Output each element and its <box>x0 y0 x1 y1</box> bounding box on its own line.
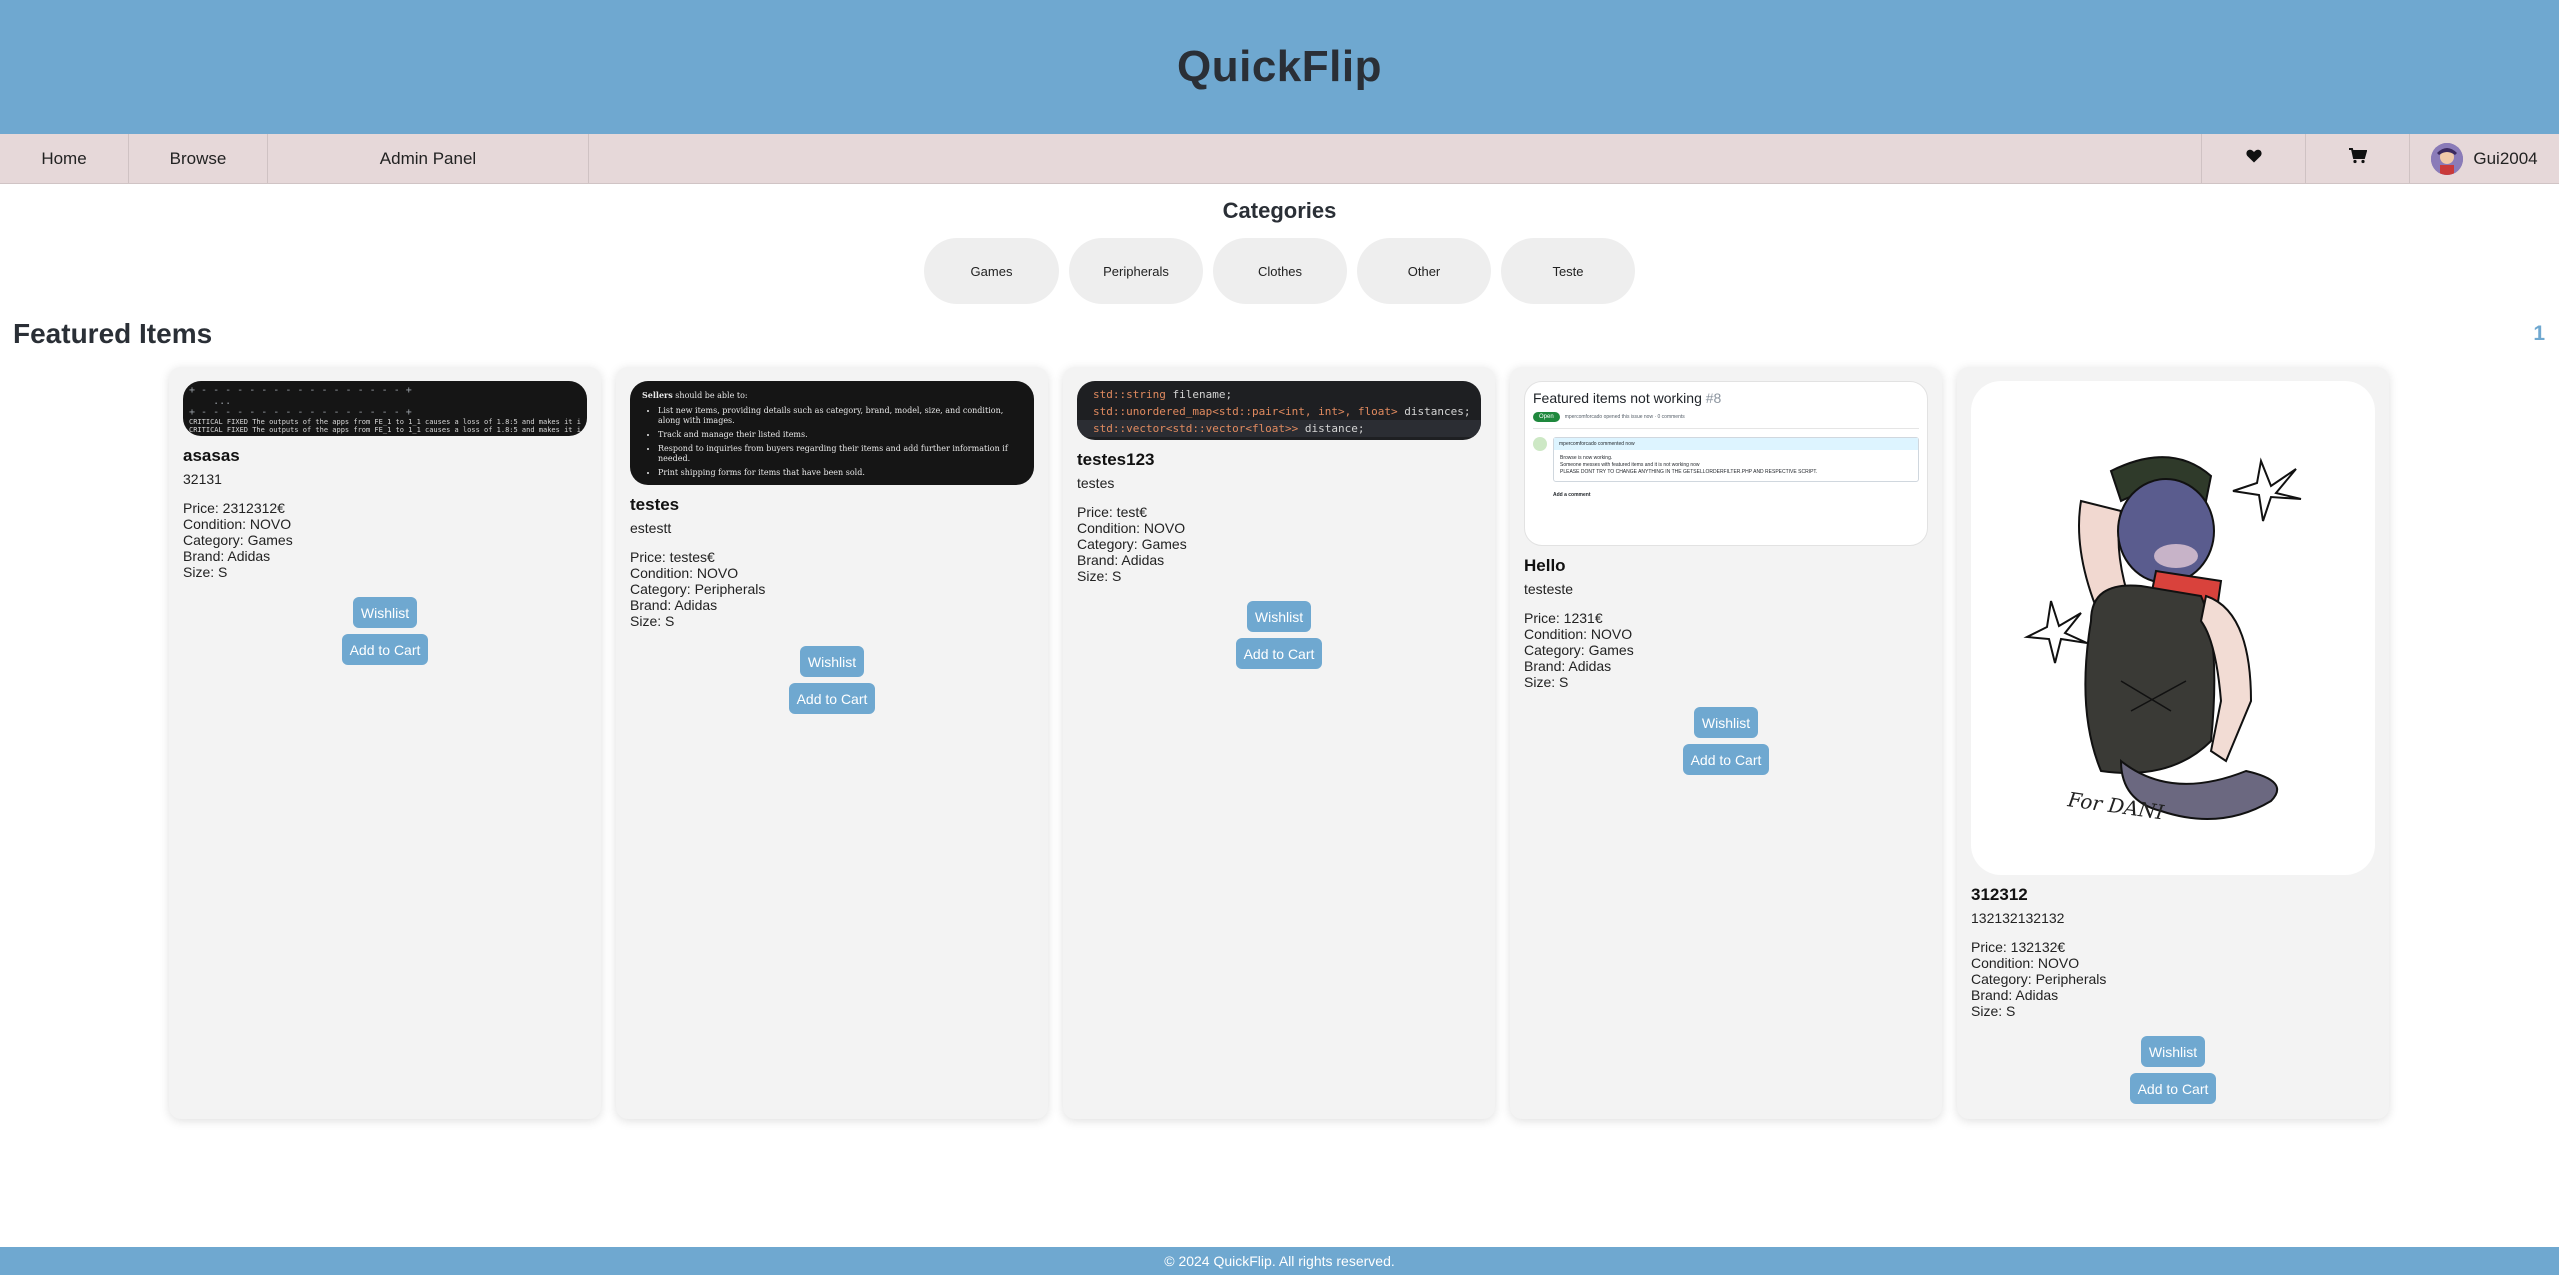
category-clothes-button[interactable]: Clothes <box>1213 238 1347 304</box>
product-title: testes123 <box>1077 450 1155 469</box>
product-size: Size: S <box>630 613 675 629</box>
nav-admin-panel-link[interactable]: Admin Panel <box>268 134 589 183</box>
product-actions: Wishlist Add to Cart <box>1971 1036 2375 1104</box>
wishlist-button[interactable]: Wishlist <box>1246 601 1312 632</box>
wishlist-button[interactable]: Wishlist <box>1693 707 1759 738</box>
category-teste-button[interactable]: Teste <box>1501 238 1635 304</box>
product-condition: Condition: NOVO <box>630 565 739 581</box>
product-size: Size: S <box>1077 568 1122 584</box>
wishlist-nav-button[interactable] <box>2201 134 2305 183</box>
product-actions: Wishlist Add to Cart <box>183 597 587 665</box>
product-description: testeste <box>1524 581 1574 597</box>
add-to-cart-button[interactable]: Add to Cart <box>1682 744 1770 775</box>
product-price: Price: 2312312€ <box>183 500 285 516</box>
product-image: Featured items not working #8 Open mperc… <box>1524 381 1928 546</box>
product-category: Category: Games <box>1524 642 1634 658</box>
product-brand: Brand: Adidas <box>1524 658 1612 674</box>
product-details: Price: testes€ Condition: NOVO Category:… <box>630 549 1034 629</box>
product-image: Sellers should be able to: List new item… <box>630 381 1034 485</box>
product-details: Price: test€ Condition: NOVO Category: G… <box>1077 504 1481 584</box>
product-image: For DANI <box>1971 381 2375 875</box>
pagination-page-1[interactable]: 1 <box>2533 322 2545 346</box>
product-condition: Condition: NOVO <box>1077 520 1186 536</box>
username-label: Gui2004 <box>2473 148 2538 168</box>
add-to-cart-button[interactable]: Add to Cart <box>341 634 429 665</box>
add-to-cart-button[interactable]: Add to Cart <box>2129 1073 2217 1104</box>
product-size: Size: S <box>1524 674 1569 690</box>
product-price: Price: 132132€ <box>1971 939 2066 955</box>
product-title: asasas <box>183 446 240 465</box>
product-title: 312312 <box>1971 885 2028 904</box>
product-price: Price: test€ <box>1077 504 1148 520</box>
product-size: Size: S <box>1971 1003 2016 1019</box>
wishlist-button[interactable]: Wishlist <box>799 646 865 677</box>
product-category: Category: Peripherals <box>630 581 766 597</box>
product-image: + - - - - - - - - - - - - - - - - - + ..… <box>183 381 587 436</box>
product-description: 132132132132 <box>1971 910 2065 926</box>
heart-icon <box>2245 149 2262 168</box>
product-image: std::string filename; std::unordered_map… <box>1077 381 1481 440</box>
product-condition: Condition: NOVO <box>183 516 292 532</box>
nav-home-link[interactable]: Home <box>0 134 129 183</box>
add-to-cart-button[interactable]: Add to Cart <box>788 683 876 714</box>
product-details: Price: 1231€ Condition: NOVO Category: G… <box>1524 610 1928 690</box>
product-condition: Condition: NOVO <box>1524 626 1633 642</box>
product-card: std::string filename; std::unordered_map… <box>1063 367 1495 1119</box>
category-peripherals-button[interactable]: Peripherals <box>1069 238 1203 304</box>
product-description: testes <box>1077 475 1115 491</box>
category-games-button[interactable]: Games <box>924 238 1059 304</box>
avatar <box>2431 142 2464 175</box>
terminal-line: CRITICAL FIXED The outputs of the apps f… <box>189 418 581 426</box>
product-description: estestt <box>630 520 672 536</box>
product-size: Size: S <box>183 564 228 580</box>
featured-items-list: + - - - - - - - - - - - - - - - - - + ..… <box>169 367 2389 1119</box>
product-title: testes <box>630 495 680 514</box>
nav-actions: Gui2004 <box>2201 134 2559 183</box>
site-title: QuickFlip <box>1177 42 1382 91</box>
footer-copyright: © 2024 QuickFlip. All rights reserved. <box>1164 1253 1395 1269</box>
product-details: Price: 2312312€ Condition: NOVO Category… <box>183 500 587 580</box>
product-actions: Wishlist Add to Cart <box>630 646 1034 714</box>
cart-icon <box>2348 148 2367 169</box>
product-card: + - - - - - - - - - - - - - - - - - + ..… <box>169 367 601 1119</box>
product-brand: Brand: Adidas <box>630 597 718 613</box>
add-to-cart-button[interactable]: Add to Cart <box>1235 638 1323 669</box>
nav-links: Home Browse Admin Panel <box>0 134 589 183</box>
featured-items-heading: Featured Items <box>13 318 213 349</box>
product-category: Category: Peripherals <box>1971 971 2107 987</box>
product-price: Price: testes€ <box>630 549 715 565</box>
product-description: 32131 <box>183 471 222 487</box>
product-category: Category: Games <box>1077 536 1187 552</box>
site-header: QuickFlip <box>0 0 2559 134</box>
product-price: Price: 1231€ <box>1524 610 1603 626</box>
terminal-line: CRITICAL FIXED The outputs of the apps f… <box>189 426 581 434</box>
wishlist-button[interactable]: Wishlist <box>2140 1036 2206 1067</box>
product-brand: Brand: Adidas <box>183 548 271 564</box>
character-illustration: For DANI <box>2023 456 2302 825</box>
wishlist-button[interactable]: Wishlist <box>352 597 418 628</box>
product-brand: Brand: Adidas <box>1077 552 1165 568</box>
product-card: Featured items not working #8 Open mperc… <box>1510 367 1942 1119</box>
main-navbar: Home Browse Admin Panel Gui2004 <box>0 134 2559 184</box>
categories-heading: Categories <box>1222 198 1337 223</box>
product-category: Category: Games <box>183 532 293 548</box>
nav-browse-link[interactable]: Browse <box>129 134 268 183</box>
product-actions: Wishlist Add to Cart <box>1524 707 1928 775</box>
categories-section: Categories Games Peripherals Clothes Oth… <box>0 198 2559 304</box>
cart-nav-button[interactable] <box>2305 134 2409 183</box>
product-actions: Wishlist Add to Cart <box>1077 601 1481 669</box>
product-brand: Brand: Adidas <box>1971 987 2059 1003</box>
product-card: For DANI 312312 132132132132 Price: 1321… <box>1957 367 2389 1119</box>
site-footer: © 2024 QuickFlip. All rights reserved. <box>0 1247 2559 1275</box>
product-title: Hello <box>1524 556 1566 575</box>
user-profile-button[interactable]: Gui2004 <box>2409 134 2559 183</box>
product-details: Price: 132132€ Condition: NOVO Category:… <box>1971 939 2375 1019</box>
product-condition: Condition: NOVO <box>1971 955 2080 971</box>
category-list: Games Peripherals Clothes Other Teste <box>0 238 2559 304</box>
product-card: Sellers should be able to: List new item… <box>616 367 1048 1119</box>
category-other-button[interactable]: Other <box>1357 238 1491 304</box>
